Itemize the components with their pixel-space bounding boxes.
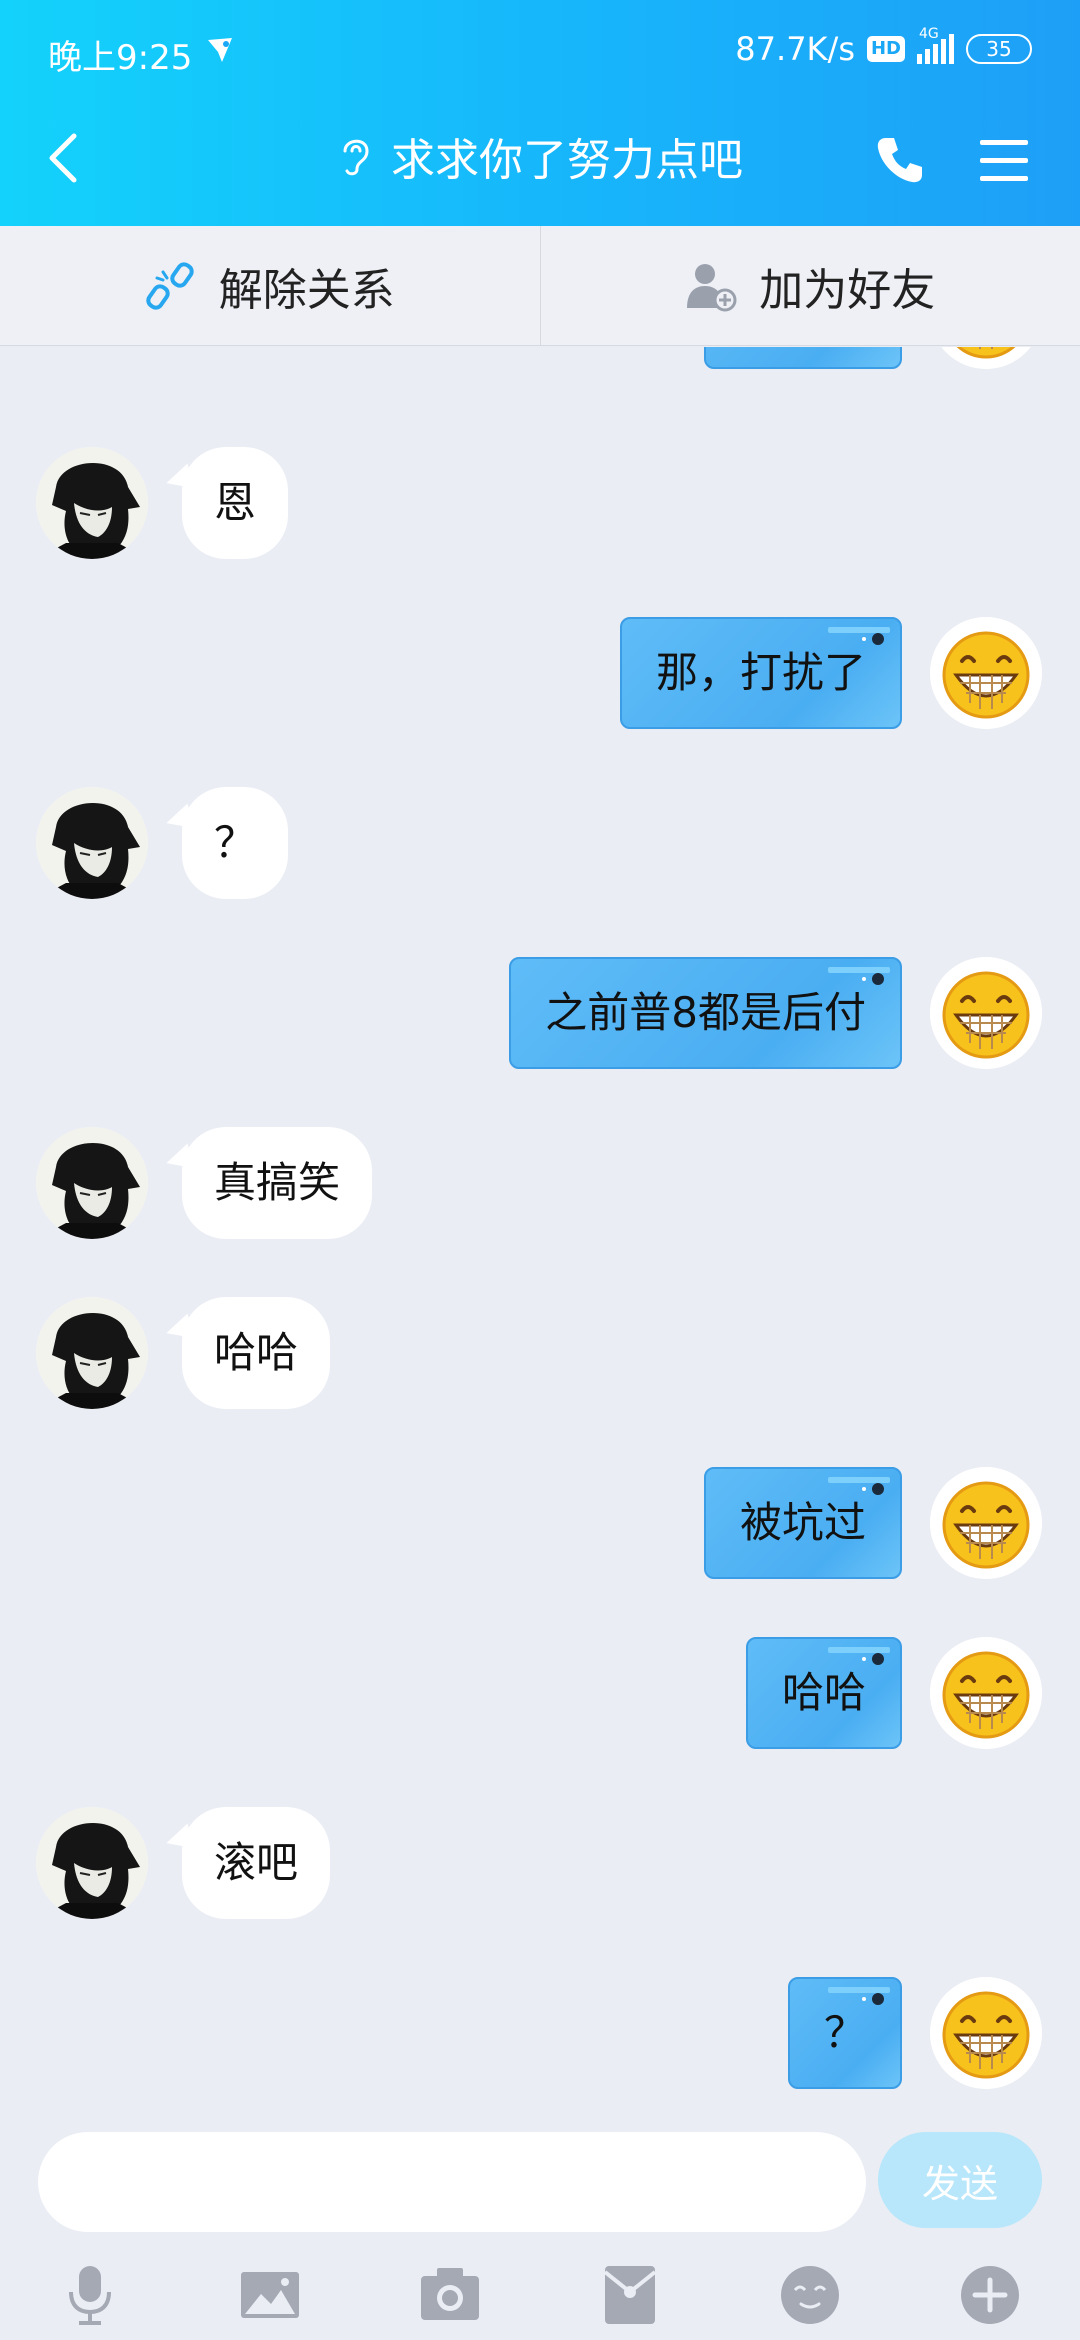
ear-icon: [343, 139, 369, 176]
grin-emoji-avatar: [930, 617, 1042, 729]
incoming-bubble[interactable]: ？: [182, 787, 289, 899]
grin-emoji-avatar: [930, 1637, 1042, 1749]
send-button[interactable]: 发送: [878, 2132, 1042, 2228]
outgoing-bubble[interactable]: 哈哈: [745, 1637, 902, 1749]
chat-message-list[interactable]: 无付？ 恩: [0, 347, 1080, 2110]
outgoing-text: 被坑过: [739, 1498, 866, 1547]
message-row-incoming: 真搞笑: [0, 1127, 1080, 1247]
message-row-incoming: 恩: [0, 447, 1080, 567]
self-avatar[interactable]: [930, 1637, 1042, 1749]
add-friend-label: 加为好友: [759, 264, 936, 316]
outgoing-text: 哈哈: [781, 1668, 866, 1717]
menu-icon[interactable]: [976, 136, 1032, 186]
image-icon: [241, 2272, 299, 2318]
red-packet-icon: [603, 2266, 657, 2324]
voice-button[interactable]: [0, 2250, 180, 2340]
red-packet-button[interactable]: [540, 2250, 720, 2340]
grin-emoji-avatar: [930, 957, 1042, 1069]
incoming-bubble[interactable]: 滚吧: [182, 1807, 331, 1919]
camera-icon: [421, 2268, 479, 2320]
self-avatar[interactable]: [930, 957, 1042, 1069]
grin-emoji-avatar: [930, 1467, 1042, 1579]
outgoing-text: 之前普8都是后付: [545, 988, 866, 1037]
net-speed: 87.7K/s: [735, 30, 855, 68]
incoming-bubble[interactable]: 哈哈: [182, 1297, 331, 1409]
message-row-outgoing: 无付？: [0, 347, 1080, 377]
status-time: 晚上9:25: [48, 38, 193, 78]
app-notification-icon: [208, 38, 232, 62]
outgoing-bubble[interactable]: 无付？: [703, 347, 902, 369]
phone-icon[interactable]: [872, 132, 928, 188]
contact-avatar[interactable]: [36, 1807, 148, 1919]
battery-icon: 35: [966, 34, 1032, 64]
relation-action-bar: 解除关系 加为好友: [0, 226, 1080, 346]
outgoing-text: 那，打扰了: [655, 648, 866, 697]
emoji-icon: [781, 2266, 839, 2324]
contact-avatar[interactable]: [36, 1127, 148, 1239]
message-row-incoming: ？: [0, 787, 1080, 907]
contact-avatar-image: [36, 1127, 148, 1239]
camera-button[interactable]: [360, 2250, 540, 2340]
contact-avatar-image: [36, 447, 148, 559]
contact-avatar-image: [36, 1297, 148, 1409]
contact-avatar-image: [36, 787, 148, 899]
contact-avatar[interactable]: [36, 447, 148, 559]
top-header: 晚上9:25 87.7K/s HD 4G 35 求求你了努力点吧: [0, 0, 1080, 226]
hd-badge: HD: [866, 36, 905, 62]
contact-avatar[interactable]: [36, 787, 148, 899]
grin-emoji-avatar: [930, 347, 1042, 369]
outgoing-bubble[interactable]: 那，打扰了: [619, 617, 902, 729]
incoming-bubble[interactable]: 恩: [182, 447, 289, 559]
message-row-incoming: 哈哈: [0, 1297, 1080, 1417]
status-right: 87.7K/s HD 4G 35: [735, 26, 1032, 68]
contact-avatar-image: [36, 1807, 148, 1919]
incoming-bubble[interactable]: 真搞笑: [182, 1127, 373, 1239]
chat-title: 求求你了努力点吧: [391, 135, 743, 186]
message-row-outgoing: 哈哈: [0, 1637, 1080, 1757]
self-avatar[interactable]: [930, 347, 1042, 369]
message-row-outgoing: ？: [0, 1977, 1080, 2097]
outgoing-bubble[interactable]: ？: [787, 1977, 902, 2089]
message-row-outgoing: 之前普8都是后付: [0, 957, 1080, 1077]
message-row-outgoing: 被坑过: [0, 1467, 1080, 1587]
add-friend-button[interactable]: 加为好友: [539, 226, 1080, 345]
composer-toolbar: [0, 2250, 1080, 2340]
title-bar: 求求你了努力点吧: [0, 110, 1080, 210]
message-row-outgoing: 那，打扰了: [0, 617, 1080, 737]
unlink-label: 解除关系: [218, 264, 395, 316]
self-avatar[interactable]: [930, 1467, 1042, 1579]
composer: 发送: [0, 2110, 1080, 2340]
add-person-icon: [687, 263, 737, 311]
broken-link-icon: [146, 261, 194, 310]
outgoing-bubble[interactable]: 之前普8都是后付: [509, 957, 902, 1069]
plus-icon: [961, 2266, 1019, 2324]
outgoing-text: ？: [823, 2008, 866, 2057]
status-bar: 晚上9:25 87.7K/s HD 4G 35: [0, 0, 1080, 100]
network-type: 4G: [919, 26, 939, 42]
unlink-relation-button[interactable]: 解除关系: [0, 226, 540, 345]
signal-icon: 4G: [917, 26, 954, 64]
self-avatar[interactable]: [930, 617, 1042, 729]
mic-icon: [69, 2266, 111, 2325]
emoji-button[interactable]: [720, 2250, 900, 2340]
outgoing-bubble[interactable]: 被坑过: [703, 1467, 902, 1579]
more-button[interactable]: [900, 2250, 1080, 2340]
contact-avatar[interactable]: [36, 1297, 148, 1409]
message-row-incoming: 滚吧: [0, 1807, 1080, 1927]
message-input[interactable]: [38, 2132, 866, 2232]
image-button[interactable]: [180, 2250, 360, 2340]
self-avatar[interactable]: [930, 1977, 1042, 2089]
grin-emoji-avatar: [930, 1977, 1042, 2089]
